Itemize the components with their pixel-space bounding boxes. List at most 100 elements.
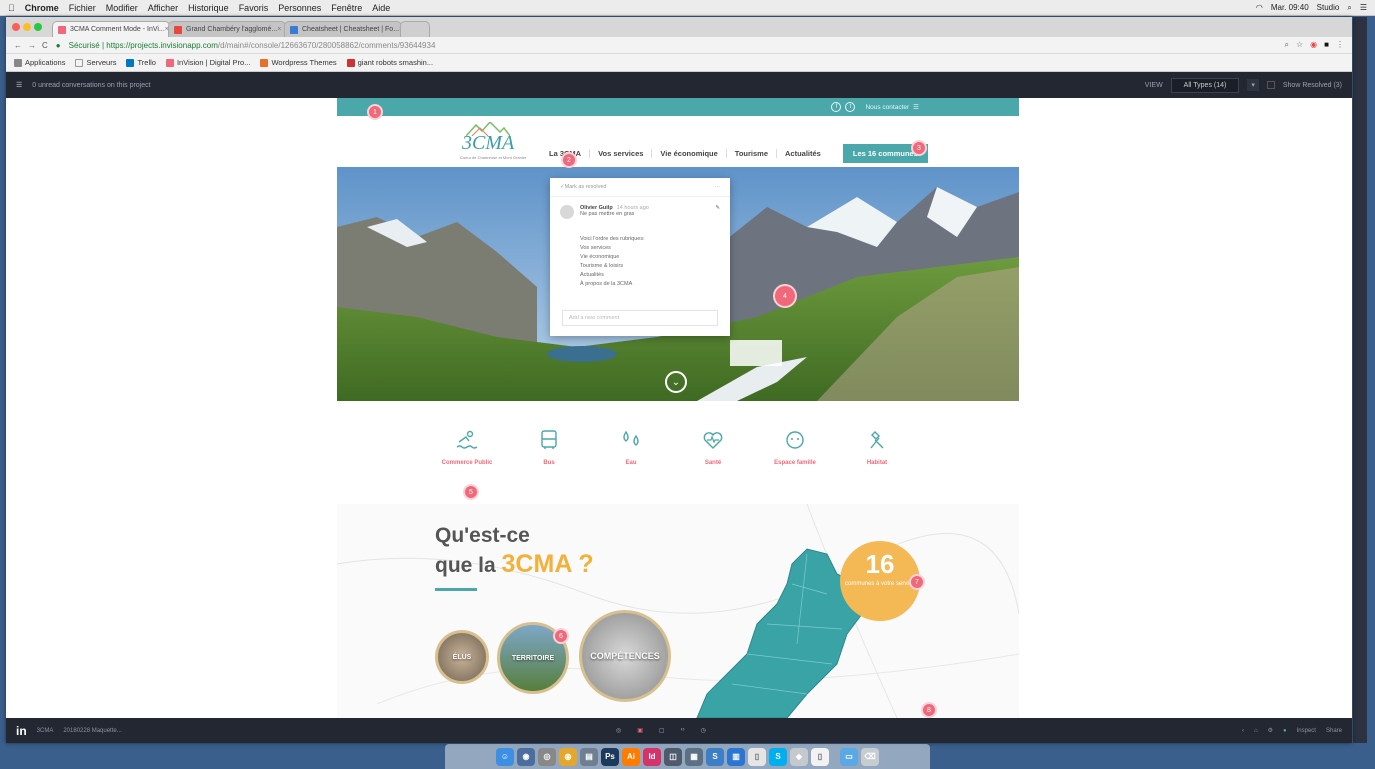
illustrator-icon[interactable]: Ai [622, 747, 640, 766]
downloads-folder-icon[interactable]: ▭ [840, 747, 858, 766]
resolved-checkbox[interactable] [1266, 81, 1275, 89]
close-window-icon[interactable] [12, 23, 20, 31]
new-tab-button[interactable] [400, 21, 430, 37]
document-icon[interactable]: ▯ [748, 747, 766, 766]
edit-icon[interactable]: ✎ [715, 205, 720, 219]
menu-dots-icon[interactable]: ⋮ [1336, 40, 1344, 50]
wifi-icon[interactable]: ◠ [1256, 3, 1263, 13]
nav-actualites[interactable]: Actualités [776, 149, 829, 158]
files-icon[interactable]: ▤ [580, 747, 598, 766]
contact-menu-icon[interactable]: ☰ [913, 103, 919, 111]
facebook-icon[interactable]: f [831, 102, 842, 112]
menu-fichier[interactable]: Fichier [69, 3, 96, 13]
skype-icon[interactable]: S [769, 747, 787, 766]
preview-mode-icon[interactable]: ◎ [616, 727, 621, 734]
bookmark-applications[interactable]: Applications [14, 58, 65, 67]
extension-icon[interactable]: ◉ [1310, 40, 1317, 50]
bookmark-giant-robots[interactable]: giant robots smashin... [346, 58, 433, 67]
show-resolved-label[interactable]: Show Resolved (3) [1283, 82, 1342, 89]
finder-icon[interactable]: ☺ [496, 747, 514, 766]
bubble-competences[interactable]: COMPÉTENCES [579, 610, 671, 702]
more-icon[interactable]: ··· [715, 184, 721, 190]
service-habitat[interactable]: Habitat [842, 428, 912, 488]
bookmark-serveurs[interactable]: Serveurs [75, 58, 116, 67]
menu-modifier[interactable]: Modifier [106, 3, 138, 13]
nav-tourisme[interactable]: Tourisme [725, 149, 776, 158]
menu-chrome[interactable]: Chrome [25, 3, 59, 13]
service-famille[interactable]: Espace famille [760, 428, 830, 488]
site-logo[interactable]: 3CMA Coeur de Chartreuse et Mont Granier [460, 122, 526, 162]
twitter-icon[interactable]: t [845, 102, 856, 112]
home-icon[interactable]: ⌂ [1254, 728, 1258, 734]
project-name[interactable]: 3CMA [37, 728, 54, 734]
zoom-icon[interactable]: ⌕ [1285, 40, 1289, 50]
user-name[interactable]: Studio [1317, 3, 1340, 13]
siri-icon[interactable]: ◉ [517, 747, 535, 766]
comment-pin[interactable]: 2 [561, 152, 577, 168]
reload-icon[interactable]: C [42, 41, 48, 50]
menu-afficher[interactable]: Afficher [148, 3, 178, 13]
trello-dock-icon[interactable]: ▥ [727, 747, 745, 766]
comment-pin[interactable]: 5 [463, 484, 479, 500]
chrome-icon[interactable]: ◍ [559, 747, 577, 766]
document-icon[interactable]: ▯ [811, 747, 829, 766]
share-button[interactable]: Share [1326, 728, 1342, 734]
back-icon[interactable]: ← [14, 41, 22, 50]
app-icon[interactable]: ◈ [790, 747, 808, 766]
notification-icon[interactable]: ☰ [1360, 3, 1367, 13]
menu-favoris[interactable]: Favoris [239, 3, 269, 13]
comment-mode-icon[interactable]: ▣ [637, 727, 643, 734]
service-sante[interactable]: Santé [678, 428, 748, 488]
comment-pin[interactable]: 7 [909, 574, 925, 590]
app-icon[interactable]: ▦ [685, 747, 703, 766]
communes-badge[interactable]: 16 communes à votre service [840, 541, 920, 621]
inspect-button[interactable]: Inspect [1297, 728, 1316, 734]
build-mode-icon[interactable]: ▢ [659, 727, 665, 734]
menu-aide[interactable]: Aide [372, 3, 390, 13]
service-commerce[interactable]: Commerce Public [432, 428, 502, 488]
menu-icon[interactable]: ☰ [16, 81, 22, 89]
filter-chevron-icon[interactable]: ▾ [1247, 79, 1259, 91]
menu-fenetre[interactable]: Fenêtre [331, 3, 362, 13]
apple-icon[interactable]:  [8, 3, 15, 13]
bookmark-wordpress[interactable]: Wordpress Themes [260, 58, 337, 67]
tab-3cma-comment[interactable]: 3CMA Comment Mode - InVi... × [52, 21, 170, 37]
indesign-icon[interactable]: Id [643, 747, 661, 766]
app-icon[interactable]: S [706, 747, 724, 766]
comment-pin[interactable]: 1 [367, 104, 383, 120]
comment-pin-active[interactable]: 4 [773, 284, 797, 308]
photoshop-icon[interactable]: Ps [601, 747, 619, 766]
menu-historique[interactable]: Historique [188, 3, 229, 13]
reply-input[interactable]: Add a new comment [562, 310, 718, 326]
bubble-elus[interactable]: ÉLUS [435, 630, 489, 684]
mark-resolved-link[interactable]: Mark as resolved [565, 184, 607, 190]
app-icon[interactable]: ◫ [664, 747, 682, 766]
comment-pin[interactable]: 8 [921, 702, 937, 718]
extension-icon[interactable]: ■ [1324, 40, 1329, 50]
tab-cheatsheet[interactable]: Cheatsheet | Cheatsheet | Fo...× [284, 21, 402, 37]
comment-pin[interactable]: 3 [911, 140, 927, 156]
settings-icon[interactable]: ⚙ [1268, 727, 1273, 734]
bookmark-trello[interactable]: Trello [126, 58, 156, 67]
comment-pin[interactable]: 6 [553, 628, 569, 644]
forward-icon[interactable]: → [28, 41, 36, 50]
star-icon[interactable]: ☆ [1296, 40, 1303, 50]
contact-link[interactable]: Nous contacter [865, 104, 909, 111]
minimize-window-icon[interactable] [23, 23, 31, 31]
menu-personnes[interactable]: Personnes [278, 3, 321, 13]
invision-logo[interactable]: in [16, 724, 27, 738]
nav-vie-economique[interactable]: Vie économique [651, 149, 725, 158]
scroll-down-button[interactable]: ⌄ [665, 371, 687, 393]
history-mode-icon[interactable]: ◷ [701, 727, 706, 734]
trash-icon[interactable]: ⌫ [861, 747, 879, 766]
zoom-window-icon[interactable] [34, 23, 42, 31]
nav-vos-services[interactable]: Vos services [589, 149, 651, 158]
screen-name[interactable]: 20180228 Maquette... [63, 728, 121, 734]
service-eau[interactable]: Eau [596, 428, 666, 488]
clock-text[interactable]: Mar. 09:40 [1271, 3, 1309, 13]
launchpad-icon[interactable]: ◎ [538, 747, 556, 766]
type-filter-select[interactable]: All Types (14) [1170, 77, 1240, 93]
bookmark-invision[interactable]: InVision | Digital Pro... [165, 58, 250, 67]
inspect-mode-icon[interactable]: ‹› [681, 727, 685, 734]
share-arrow-icon[interactable]: ‹ [1242, 728, 1244, 734]
